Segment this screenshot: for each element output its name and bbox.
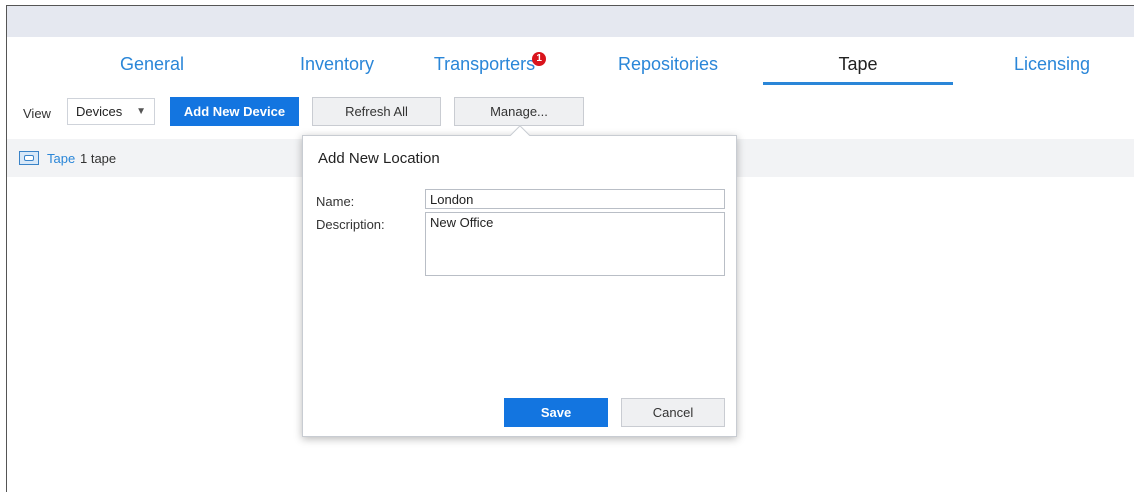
name-field[interactable]: [425, 189, 725, 209]
tab-tape[interactable]: Tape: [763, 37, 953, 87]
tape-count: 1 tape: [80, 151, 117, 166]
description-label: Description:: [316, 217, 385, 232]
save-button[interactable]: Save: [504, 398, 608, 427]
top-bar: [7, 6, 1134, 37]
main-tabs: General Inventory Transporters1 Reposito…: [7, 37, 1134, 87]
tape-link[interactable]: Tape: [47, 151, 75, 166]
dialog-title: Add New Location: [318, 150, 440, 167]
description-field[interactable]: New Office: [425, 212, 725, 276]
refresh-all-button[interactable]: Refresh All: [312, 97, 441, 126]
add-location-dialog: Add New Location Name: Description: New …: [302, 135, 737, 437]
tab-transporters[interactable]: Transporters1: [395, 37, 585, 87]
view-select-value: Devices: [76, 104, 123, 119]
tab-label: Inventory: [299, 54, 375, 74]
name-label: Name:: [316, 194, 355, 209]
chevron-down-icon: ▼: [136, 106, 146, 117]
tab-label: Licensing: [1013, 54, 1091, 74]
tab-general[interactable]: General: [57, 37, 247, 87]
tab-label: Repositories: [617, 54, 719, 74]
view-label: View: [23, 106, 51, 121]
manage-button[interactable]: Manage...: [454, 97, 584, 126]
add-new-device-button[interactable]: Add New Device: [170, 97, 299, 126]
toolbar: View Devices ▼ Add New Device Refresh Al…: [7, 96, 1134, 130]
tape-icon: [19, 151, 39, 165]
cancel-button[interactable]: Cancel: [621, 398, 725, 427]
tab-label: General: [119, 54, 185, 74]
notification-badge: 1: [532, 52, 547, 66]
tab-label: Tape: [838, 54, 878, 74]
tab-repositories[interactable]: Repositories: [573, 37, 763, 87]
view-select[interactable]: Devices ▼: [67, 98, 155, 125]
tab-licensing[interactable]: Licensing: [957, 37, 1134, 87]
tab-label: Transporters: [433, 54, 536, 74]
